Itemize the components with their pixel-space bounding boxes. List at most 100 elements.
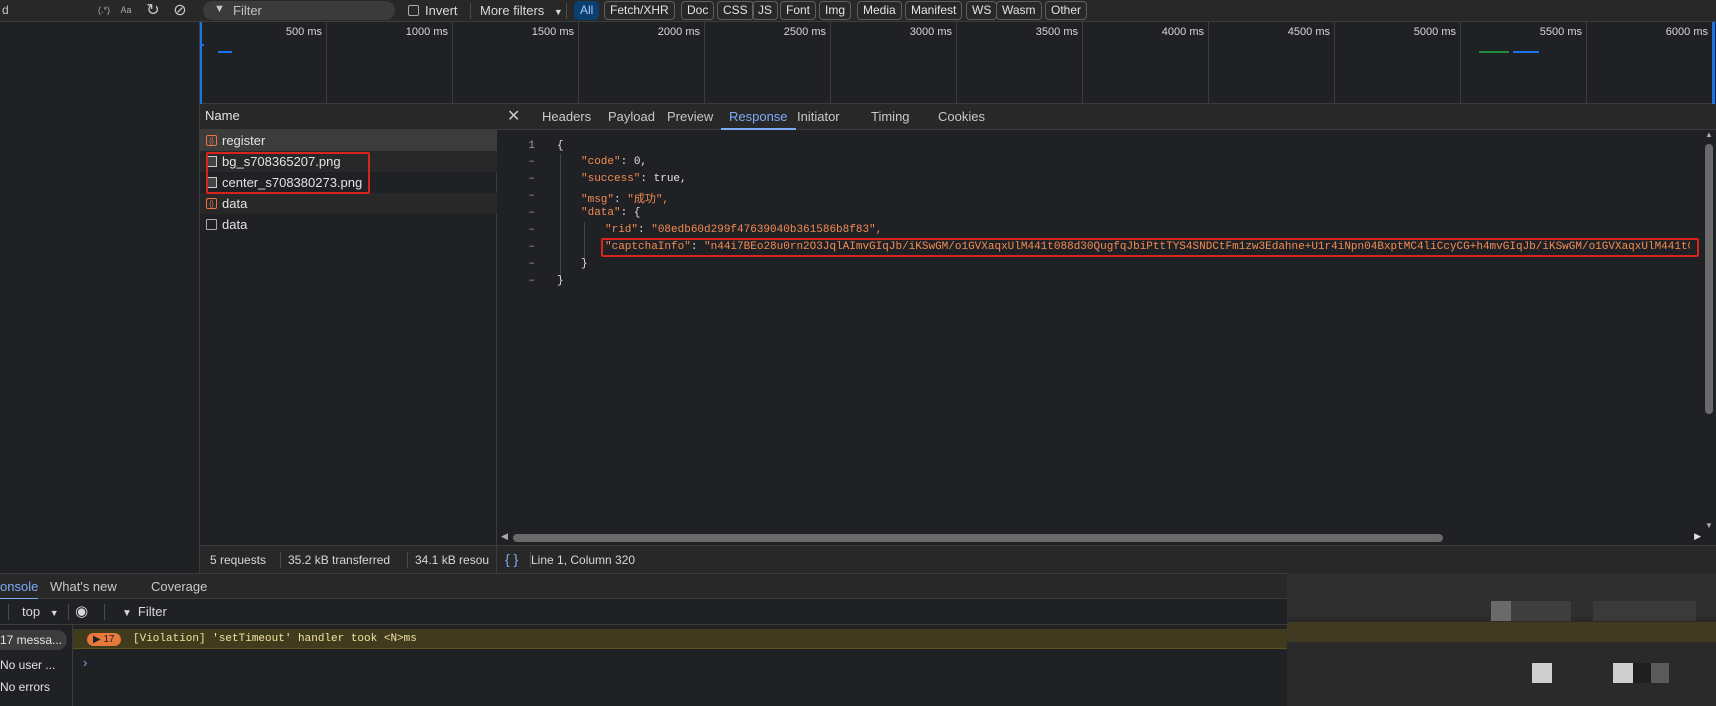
- timeline-tick-label: 2500 ms: [783, 26, 826, 38]
- detail-tabs: ✕ Headers Payload Preview Response Initiator…: [497, 104, 1716, 130]
- tab-payload[interactable]: Payload: [608, 104, 655, 130]
- console-filter-placeholder: Filter: [137, 604, 167, 619]
- timeline-bar-right-2: [1513, 51, 1539, 53]
- type-filter-manifest[interactable]: Manifest: [905, 1, 963, 20]
- console-prompt[interactable]: ›: [83, 655, 87, 670]
- type-filter-wasm[interactable]: Wasm: [996, 1, 1042, 20]
- drawer-tab-onsole[interactable]: onsole: [0, 574, 39, 600]
- json-line-data: "data": {: [581, 207, 641, 219]
- scroll-down-icon[interactable]: ▼: [1705, 521, 1713, 530]
- console-violation-message[interactable]: ▶ 17 [Violation] 'setTimeout' handler to…: [73, 629, 1287, 649]
- divider: [566, 3, 567, 19]
- refresh-icon[interactable]: ↻: [143, 1, 163, 21]
- regex-toggle[interactable]: (.*): [96, 3, 112, 18]
- scroll-thumb[interactable]: [1705, 144, 1713, 414]
- type-filter-media[interactable]: Media: [857, 1, 902, 20]
- type-filter-other[interactable]: Other: [1045, 1, 1088, 20]
- more-filters-label: More filters: [480, 3, 545, 18]
- filter-input[interactable]: ▼ Filter: [203, 1, 395, 20]
- type-filter-doc[interactable]: Doc: [681, 1, 715, 20]
- type-filter-all[interactable]: All: [574, 1, 600, 20]
- caret-down-icon: ▼: [553, 7, 563, 17]
- divider: [104, 604, 105, 620]
- network-summary-bar: 5 requests 35.2 kB transferred 34.1 kB r…: [200, 545, 497, 573]
- console-toolbar: top ▼ ◉ ▼ Filter: [0, 599, 1287, 625]
- clear-icon[interactable]: ⊘: [170, 1, 190, 21]
- sidebar-item-errors[interactable]: No errors: [0, 680, 50, 694]
- timeline-tick-label: 3000 ms: [909, 26, 952, 38]
- case-sensitive-toggle[interactable]: Aa: [118, 3, 134, 18]
- context-selector[interactable]: top ▼: [22, 604, 59, 619]
- type-filter-css[interactable]: CSS: [717, 1, 754, 20]
- timeline-tick-label: 5500 ms: [1539, 26, 1582, 38]
- type-filter-font[interactable]: Font: [780, 1, 817, 20]
- fold-marker: –: [528, 207, 535, 219]
- tab-headers[interactable]: Headers: [542, 104, 591, 130]
- timeline-range-handle[interactable]: [1712, 22, 1715, 104]
- request-detail-panel: ✕ Headers Payload Preview Response Initiator…: [497, 104, 1716, 545]
- json-key: "msg": [581, 194, 615, 206]
- xhr-icon: {}: [206, 135, 217, 146]
- console-filter-input[interactable]: ▼ Filter: [122, 604, 167, 619]
- timeline-tick-label: 4000 ms: [1161, 26, 1204, 38]
- context-label: top: [22, 604, 41, 619]
- tab-response[interactable]: Response: [721, 104, 796, 130]
- network-overview-timeline[interactable]: 500 ms 1000 ms 1500 ms 2000 ms 2500 ms 3000 m…: [200, 22, 1716, 104]
- tab-cookies[interactable]: Cookies: [938, 104, 985, 130]
- redacted-area: [1287, 573, 1716, 706]
- json-value: true,: [653, 173, 687, 185]
- eye-icon[interactable]: ◉: [75, 602, 88, 620]
- highlight-box-images: [206, 152, 370, 194]
- fold-marker: –: [528, 156, 535, 168]
- type-filter-ws[interactable]: WS: [966, 1, 998, 20]
- tab-initiator[interactable]: Initiator: [797, 104, 840, 130]
- invert-checkbox[interactable]: Invert: [408, 3, 458, 19]
- badge-count: 17: [103, 634, 115, 645]
- tab-preview[interactable]: Preview: [667, 104, 713, 130]
- drawer-tab-what-s-new[interactable]: What's new: [50, 574, 117, 600]
- more-filters-dropdown[interactable]: More filters ▼: [480, 3, 563, 18]
- request-list: Name {} register bg_s708365207.png center_s…: [200, 104, 497, 545]
- tab-timing[interactable]: Timing: [871, 104, 910, 130]
- type-filter-fetch-xhr[interactable]: Fetch/XHR: [604, 1, 675, 20]
- request-row[interactable]: {} data: [200, 193, 497, 214]
- type-filter-js[interactable]: JS: [752, 1, 779, 20]
- request-count: 5 requests: [210, 553, 267, 567]
- divider: [407, 552, 408, 568]
- request-name: data: [222, 196, 248, 211]
- caret-down-icon: ▼: [49, 608, 59, 618]
- timeline-range-handle[interactable]: [200, 22, 202, 104]
- timeline-tick-label: 500 ms: [285, 26, 322, 38]
- message-count-badge[interactable]: ▶ 17: [87, 633, 121, 646]
- request-name: data: [222, 217, 248, 232]
- sidebar-item-user-messages[interactable]: No user ...: [0, 658, 55, 672]
- response-status-bar: { } Line 1, Column 320: [497, 545, 1716, 573]
- transferred-size: 35.2 kB transferred: [288, 553, 391, 567]
- divider: [68, 604, 69, 620]
- request-row[interactable]: data: [200, 214, 497, 235]
- timeline-gridline: [578, 22, 579, 104]
- left-search-input[interactable]: d: [0, 0, 88, 22]
- invert-label: Invert: [425, 3, 458, 18]
- sidebar-item-messages[interactable]: 17 messa...: [0, 630, 67, 650]
- response-viewer[interactable]: 1 – – – – – – – – { "code": 0, "success"…: [497, 130, 1702, 530]
- drawer-tab-coverage[interactable]: Coverage: [151, 574, 207, 600]
- scroll-thumb[interactable]: [513, 534, 1443, 542]
- timeline-tick-label: 3500 ms: [1035, 26, 1078, 38]
- horizontal-scrollbar[interactable]: ◀ ▶: [497, 530, 1702, 545]
- redacted-block: [1613, 663, 1633, 683]
- scroll-right-icon[interactable]: ▶: [1694, 531, 1701, 542]
- scroll-up-icon[interactable]: ▲: [1705, 130, 1713, 139]
- json-line-success: "success": true,: [581, 173, 687, 185]
- pretty-print-icon[interactable]: { }: [505, 551, 518, 567]
- type-filter-img[interactable]: Img: [819, 1, 852, 20]
- scroll-left-icon[interactable]: ◀: [501, 531, 508, 542]
- checkbox-box[interactable]: [408, 5, 419, 16]
- close-icon[interactable]: ✕: [507, 104, 520, 130]
- timeline-tick-label: 6000 ms: [1665, 26, 1708, 38]
- vertical-scrollbar[interactable]: ▲ ▼: [1702, 130, 1716, 530]
- request-row[interactable]: {} register: [200, 130, 497, 151]
- column-header-name[interactable]: Name: [200, 104, 497, 130]
- timeline-tick-label: 1000 ms: [405, 26, 448, 38]
- json-value: "成功",: [627, 194, 670, 206]
